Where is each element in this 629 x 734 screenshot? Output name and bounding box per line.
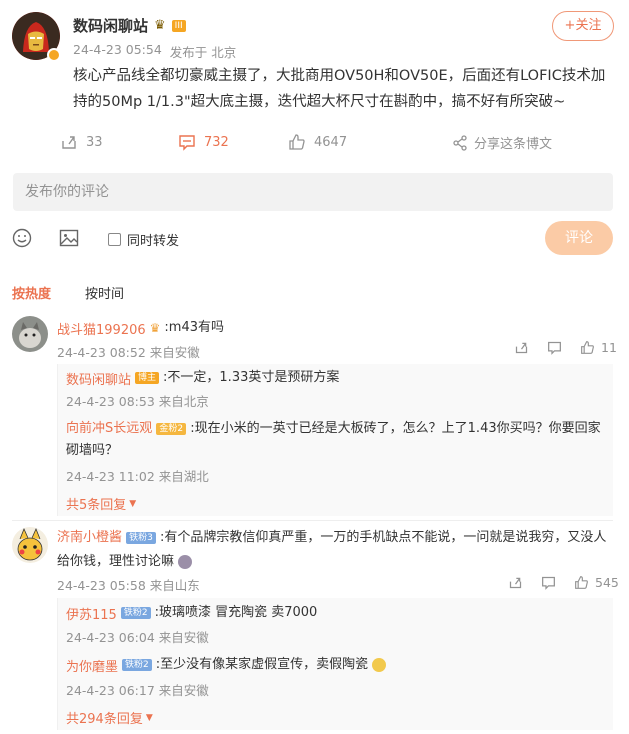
verified-badge-icon [47,48,61,62]
post-text: 核心产品线全都切豪威主摄了，大批商用OV50H和OV50E，后面还有LOFIC技… [73,68,606,110]
reply-item: 数码闲聊站 博主 :不一定，1.33英寸是预研方案 [66,367,339,389]
repost-checkbox[interactable] [108,233,121,246]
submit-comment-button[interactable]: 评论 [545,221,613,255]
comment-1-header: 战斗猫199206 ♛ :m43有吗 [57,317,224,339]
comment-count: 732 [204,134,229,150]
crown-icon: ♛ [154,18,166,33]
comment-divider [12,520,613,521]
caret-down-icon: ▼ [145,712,153,723]
emoji-icon [178,554,193,569]
repost-icon[interactable] [508,575,523,590]
emoji-icon [372,658,387,672]
comment-like-count: 545 [595,575,619,590]
reply-user[interactable]: 为你磨墨 [66,656,118,675]
reply-item: 为你磨墨 铁粉2 :至少没有像某家虚假宣传，卖假陶瓷 [66,654,387,676]
emoji-icon[interactable] [12,228,32,248]
fan-badge: 铁粉3 [126,531,156,544]
reply-user[interactable]: 伊苏115 [66,604,117,623]
commenter-avatar[interactable] [12,316,48,352]
author-name[interactable]: 数码闲聊站 [73,15,148,36]
crown-icon: ♛ [149,321,161,335]
reply-meta: 24-4-23 06:17 来自安徽 [66,683,209,698]
tab-hot[interactable]: 按热度 [12,283,51,302]
author-badge: 博主 [135,372,160,384]
reply-item: 伊苏115 铁粉2 :玻璃喷漆 冒充陶瓷 卖7000 [66,602,317,624]
repost-icon[interactable] [514,340,529,355]
repost-button[interactable]: 33 [60,133,103,151]
share-button[interactable]: 分享这条博文 [452,133,552,152]
share-icon [453,134,467,151]
reply-item: 向前冲S长远观 金粉2 :现在小米的一英寸已经是大板砖了，怎么？上了1.43你买… [66,418,611,462]
reply-meta: 24-4-23 06:04 来自安徽 [66,630,209,645]
thumbs-up-icon [289,134,305,150]
thumbs-up-icon [575,576,588,589]
reply-user[interactable]: 向前冲S长远观 [66,421,152,436]
post-location: 发布于 北京 [169,45,237,60]
fan-badge: 铁粉2 [120,607,151,619]
comment-meta: 24-4-23 05:58 来自山东 [57,578,200,593]
image-icon[interactable] [59,228,79,248]
repost-count: 33 [86,134,103,150]
fan-badge: 铁粉2 [122,659,152,671]
comment-text: :m43有吗 [164,320,224,335]
reply-text: :玻璃喷漆 冒充陶瓷 卖7000 [154,605,318,620]
comment-1-actions: 11 [514,340,617,355]
comment-item: 济南小橙酱 铁粉3 :有个品牌宗教信仰真严重，一万的手机缺点不能说，一问就是说我… [57,526,617,574]
reply-user[interactable]: 数码闲聊站 [66,369,131,388]
comment-like-button[interactable]: 545 [574,575,619,590]
level-badge: III [171,19,186,32]
tab-time[interactable]: 按时间 [85,283,124,302]
fan-badge: 金粉2 [156,422,187,435]
post-meta: 24-4-23 05:54 发布于 北京 [73,42,236,61]
reply-meta: 24-4-23 08:53 来自北京 [66,394,209,409]
comment-button[interactable]: 732 [178,133,229,151]
post-time[interactable]: 24-4-23 05:54 [73,42,162,61]
share-label: 分享这条博文 [474,137,553,152]
author-name-row: 数码闲聊站 ♛ III [73,15,186,36]
like-button[interactable]: 4647 [288,133,347,151]
commenter-name[interactable]: 济南小橙酱 [57,530,122,545]
follow-button[interactable]: +关注 [552,11,614,41]
comment-2-actions: 545 [508,575,619,590]
reply-text: :至少没有像某家虚假宣传，卖假陶瓷 [155,657,369,672]
thumbs-up-icon [581,341,594,354]
comment-meta: 24-4-23 08:52 来自安徽 [57,345,200,360]
commenter-avatar[interactable] [12,527,48,563]
comment-like-count: 11 [601,340,617,355]
caret-down-icon: ▼ [129,498,137,509]
more-replies-label: 共5条回复 [66,498,127,513]
comment-icon[interactable] [547,340,562,355]
comment-input[interactable]: 发布你的评论 [13,173,613,211]
like-count: 4647 [314,134,348,150]
repost-toggle[interactable]: 同时转发 [108,230,179,249]
repost-icon [62,136,76,149]
reply-text: :不一定，1.33英寸是预研方案 [163,370,340,385]
comment-like-button[interactable]: 11 [580,340,617,355]
repost-checkbox-label: 同时转发 [127,234,180,249]
more-replies-label: 共294条回复 [66,712,143,727]
comment-icon [179,135,195,151]
reply-meta: 24-4-23 11:02 来自湖北 [66,469,209,484]
comment-icon[interactable] [541,575,556,590]
commenter-name[interactable]: 战斗猫199206 [57,319,146,338]
more-replies-link[interactable]: 共5条回复 ▼ [66,494,136,513]
more-replies-link[interactable]: 共294条回复 ▼ [66,708,153,727]
